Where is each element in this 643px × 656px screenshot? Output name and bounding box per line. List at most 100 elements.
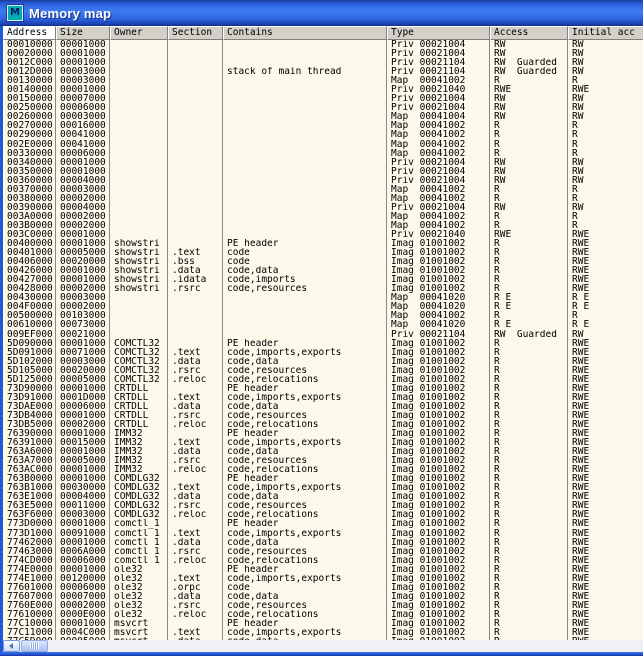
table-row[interactable]: 763B000000001000COMDLG32PE headerImag 01… (3, 474, 643, 483)
table-row[interactable]: 0013000000003000Map 00041002RR (3, 76, 643, 85)
cell-type: Imag 01001002 (387, 384, 490, 393)
table-row[interactable]: 0036000000004000Priv 00021004RWRW (3, 176, 643, 185)
cell-size: 00001000 (56, 411, 110, 420)
table-row[interactable]: 003A000000002000Map 00041002RR (3, 212, 643, 221)
cell-section: .reloc (168, 420, 223, 429)
table-row[interactable]: 7639100000015000IMM32.textcode,imports,e… (3, 438, 643, 447)
table-row[interactable]: 0040600000020000showstri.bsscodeImag 010… (3, 257, 643, 266)
column-header-access[interactable]: Access (490, 26, 568, 40)
table-row[interactable]: 5D09100000071000COMCTL32.textcode,import… (3, 348, 643, 357)
table-row[interactable]: 003B000000002000Map 00041002RR (3, 221, 643, 230)
table-row[interactable]: 0033000000006000Map 00041002RR (3, 149, 643, 158)
cell-contains: PE header (223, 565, 387, 574)
titlebar[interactable]: M Memory map (0, 0, 643, 26)
cell-size: 00041000 (56, 140, 110, 149)
table-row[interactable]: 73DB500000002000CRTDLL.reloccode,relocat… (3, 420, 643, 429)
table-row[interactable]: 0026000000003000Map 00041004RWRW (3, 112, 643, 121)
table-row[interactable]: 0043000000003000Map 00041020R ER E (3, 293, 643, 302)
cell-type: Map 00041002 (387, 221, 490, 230)
cell-access: R (490, 185, 568, 194)
table-row[interactable]: 0040000000001000showstriPE headerImag 01… (3, 239, 643, 248)
table-row[interactable]: 5D12500000005000COMCTL32.reloccode,reloc… (3, 375, 643, 384)
table-row[interactable]: 763E500000011000COMDLG32.rsrccode,resour… (3, 501, 643, 510)
cell-section: .text (168, 574, 223, 583)
table-row[interactable]: 0002000000001000Priv 00021004RWRW (3, 49, 643, 58)
cell-owner: ole32 (110, 565, 168, 574)
table-row[interactable]: 0012D00000003000stack of main threadPriv… (3, 67, 643, 76)
column-header-contains[interactable]: Contains (223, 26, 387, 40)
table-row[interactable]: 0015000000007000Priv 00021004RWRW (3, 94, 643, 103)
cell-initial-access: RWE (568, 492, 643, 501)
table-row[interactable]: 5D10200000003000COMCTL32.datacode,dataIm… (3, 357, 643, 366)
column-header-size[interactable]: Size (56, 26, 110, 40)
cell-address: 77462000 (3, 538, 56, 547)
column-header-type[interactable]: Type (387, 26, 490, 40)
table-row[interactable]: 5D09000000001000COMCTL32PE headerImag 01… (3, 339, 643, 348)
table-row[interactable]: 0037000000003000Map 00041002RR (3, 185, 643, 194)
table-row[interactable]: 004F000000002000Map 00041020R ER E (3, 302, 643, 311)
table-row[interactable]: 774E000000001000ole32PE headerImag 01001… (3, 565, 643, 574)
cell-contains: code,imports,exports (223, 393, 387, 402)
table-row[interactable]: 0040100000005000showstri.textcodeImag 01… (3, 248, 643, 257)
table-row[interactable]: 0025000000006000Priv 00021004RWRW (3, 103, 643, 112)
table-row[interactable]: 73DAE00000006000CRTDLL.datacode,dataImag… (3, 402, 643, 411)
table-row[interactable]: 0042700000001000showstri.idatacode,impor… (3, 275, 643, 284)
table-row[interactable]: 763F600000003000COMDLG32.reloccode,reloc… (3, 510, 643, 519)
table-row[interactable]: 0001000000001000Priv 00021004RWRW (3, 40, 643, 49)
cell-type: Imag 01001002 (387, 474, 490, 483)
scroll-left-button[interactable] (3, 640, 20, 652)
table-row[interactable]: 776100000000E000ole32.reloccode,relocati… (3, 610, 643, 619)
table-row[interactable]: 7760E00000002000ole32.rsrccode,resources… (3, 601, 643, 610)
table-row[interactable]: 773D100000091000comctl_1.textcode,import… (3, 529, 643, 538)
table-row[interactable]: 0029000000041000Map 00041002RR (3, 130, 643, 139)
column-header-section[interactable]: Section (168, 26, 223, 40)
table-row[interactable]: 0050000000103000Map 00041002RR (3, 311, 643, 320)
column-header-address[interactable]: Address (3, 26, 56, 40)
cell-section (168, 384, 223, 393)
cell-initial-access: R E (568, 293, 643, 302)
table-row[interactable]: 0038000000002000Map 00041002RR (3, 194, 643, 203)
scrollbar-thumb[interactable] (21, 640, 48, 652)
table-row[interactable]: 0042800000002000showstri.rsrccode,resour… (3, 284, 643, 293)
table-row[interactable]: 73D910000001D000CRTDLL.textcode,imports,… (3, 393, 643, 402)
table-row[interactable]: 7760700000007000ole32.datacode,dataImag … (3, 592, 643, 601)
table-row[interactable]: 73D9000000001000CRTDLLPE headerImag 0100… (3, 384, 643, 393)
table-row[interactable]: 7760100000006000ole32.orpccodeImag 01001… (3, 583, 643, 592)
table-row[interactable]: 763E100000004000COMDLG32.datacode,dataIm… (3, 492, 643, 501)
table-row[interactable]: 0034000000001000Priv 00021004RWRW (3, 158, 643, 167)
table-row[interactable]: 774CD00000006000comctl_1.reloccode,reloc… (3, 556, 643, 565)
cell-initial-access: RWE (568, 538, 643, 547)
cell-contains: code,imports,exports (223, 574, 387, 583)
cell-section: .text (168, 393, 223, 402)
table-row[interactable]: 5D10500000020000COMCTL32.rsrccode,resour… (3, 366, 643, 375)
table-row[interactable]: 763A600000001000IMM32.datacode,dataImag … (3, 447, 643, 456)
memory-table-body[interactable]: 0001000000001000Priv 00021004RWRW0002000… (3, 40, 643, 640)
table-row[interactable]: 002E000000041000Map 00041002RR (3, 140, 643, 149)
table-row[interactable]: 003C000000001000Priv 00021040RWERWE (3, 230, 643, 239)
table-row[interactable]: 0014000000001000Priv 00021040RWERWE (3, 85, 643, 94)
table-row[interactable]: 763AC00000001000IMM32.reloccode,relocati… (3, 465, 643, 474)
table-row[interactable]: 774630000006A000comctl_1.rsrccode,resour… (3, 547, 643, 556)
table-row[interactable]: 0061000000073000Map 00041020R ER E (3, 320, 643, 329)
table-row[interactable]: 0012C00000001000Priv 00021104RW GuardedR… (3, 58, 643, 67)
column-header-owner[interactable]: Owner (110, 26, 168, 40)
horizontal-scrollbar[interactable] (3, 640, 643, 652)
cell-type: Imag 01001002 (387, 583, 490, 592)
table-row[interactable]: 77C110000004C000msvcrt.textcode,imports,… (3, 628, 643, 637)
table-row[interactable]: 0027000000016000Map 00041002RR (3, 121, 643, 130)
table-row[interactable]: 0042600000001000showstri.datacode,dataIm… (3, 266, 643, 275)
table-row[interactable]: 009EF00000021000Priv 00021104RW GuardedR… (3, 330, 643, 339)
table-row[interactable]: 763B100000030000COMDLG32.textcode,import… (3, 483, 643, 492)
table-row[interactable]: 73DB400000001000CRTDLL.rsrccode,resource… (3, 411, 643, 420)
cell-access: R (490, 474, 568, 483)
table-row[interactable]: 7639000000001000IMM32PE headerImag 01001… (3, 429, 643, 438)
column-header-initial-access[interactable]: Initial acc (568, 26, 643, 40)
table-row[interactable]: 77C1000000001000msvcrtPE headerImag 0100… (3, 619, 643, 628)
table-row[interactable]: 763A700000005000IMM32.rsrccode,resources… (3, 456, 643, 465)
table-row[interactable]: 0035000000001000Priv 00021004RWRW (3, 167, 643, 176)
table-row[interactable]: 774E100000120000ole32.textcode,imports,e… (3, 574, 643, 583)
cell-type: Imag 01001002 (387, 574, 490, 583)
table-row[interactable]: 773D000000001000comctl_1PE headerImag 01… (3, 519, 643, 528)
table-row[interactable]: 0039000000004000Priv 00021004RWRW (3, 203, 643, 212)
table-row[interactable]: 7746200000001000comctl_1.datacode,dataIm… (3, 538, 643, 547)
